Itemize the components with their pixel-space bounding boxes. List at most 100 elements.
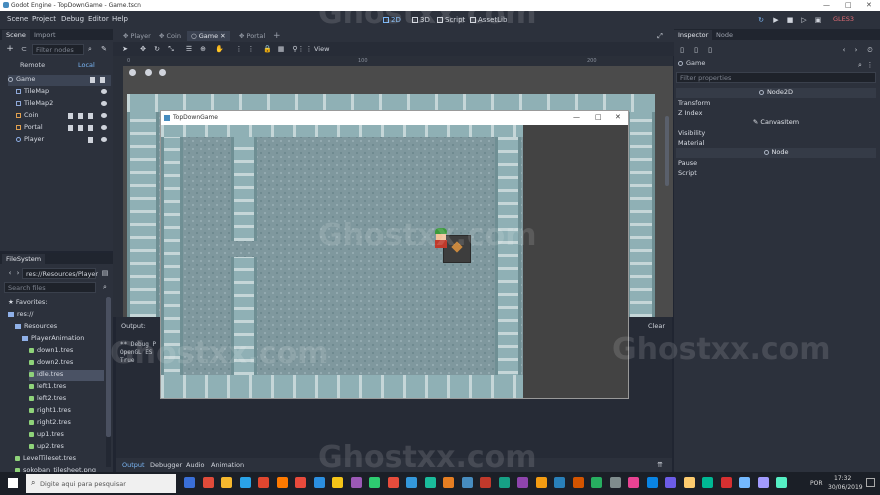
clock-time[interactable]: 17:32 — [834, 475, 851, 482]
game-close-button[interactable]: ✕ — [615, 113, 621, 121]
distraction-free-icon[interactable]: ⤢ — [656, 32, 664, 40]
script-icon[interactable] — [88, 137, 93, 143]
game-minimize-button[interactable]: — — [573, 113, 580, 121]
taskbar-app-icon[interactable] — [295, 477, 306, 488]
file-item[interactable]: down1.tres — [29, 346, 104, 357]
scale-tool-icon[interactable]: ⤡ — [167, 45, 175, 53]
prop-transform[interactable]: Transform — [678, 99, 710, 107]
visibility-eye-icon[interactable] — [101, 89, 107, 94]
expand-panel-icon[interactable]: ⇈ — [656, 461, 664, 469]
maximize-button[interactable]: □ — [845, 1, 852, 9]
taskbar-app-icon[interactable] — [443, 477, 454, 488]
workspace-3d[interactable]: 3D — [408, 14, 434, 26]
taskbar-app-icon[interactable] — [239, 477, 251, 488]
taskbar-app-icon[interactable] — [350, 477, 362, 488]
file-item[interactable]: down2.tres — [29, 358, 104, 369]
file-item[interactable]: idle.tres — [29, 370, 104, 381]
taskbar-app-icon[interactable] — [480, 477, 491, 488]
taskbar-app-icon[interactable] — [554, 477, 565, 488]
visibility-eye-icon[interactable] — [101, 101, 107, 106]
taskbar-app-icon[interactable] — [535, 477, 547, 488]
bone-options-icon[interactable]: ⋮ — [305, 45, 313, 53]
tab-node[interactable]: Node — [712, 30, 737, 40]
signal-icon[interactable] — [68, 125, 73, 131]
filter-nodes-input[interactable]: Filter nodes — [32, 44, 84, 55]
menu-scene[interactable]: Scene — [7, 15, 28, 23]
move-tool-icon[interactable]: ✥ — [139, 45, 147, 53]
file-item[interactable]: left2.tres — [29, 394, 104, 405]
taskbar-app-icon[interactable] — [646, 477, 658, 488]
script-attach-icon[interactable]: ✎ — [100, 45, 108, 53]
prop-pause[interactable]: Pause — [678, 159, 697, 167]
scene-tab-coin[interactable]: ✥ Coin — [155, 31, 185, 41]
lock-icon[interactable]: 🔒 — [263, 45, 272, 53]
prop-material[interactable]: Material — [678, 139, 704, 147]
scene-tab-player[interactable]: ✥ Player — [119, 31, 155, 41]
list-select-icon[interactable]: ☰ — [185, 45, 193, 53]
workspace-2d[interactable]: 2D — [379, 14, 405, 26]
group-icon[interactable] — [78, 125, 83, 131]
filter-properties-input[interactable]: Filter properties — [676, 72, 876, 83]
scene-tab-portal[interactable]: ✥ Portal — [235, 31, 269, 41]
file-item[interactable]: PlayerAnimation — [22, 334, 104, 345]
tab-import[interactable]: Import — [30, 30, 60, 40]
file-item[interactable]: left1.tres — [29, 382, 104, 393]
taskbar-app-icon[interactable] — [406, 477, 417, 488]
signal-icon[interactable] — [68, 113, 73, 119]
taskbar-app-icon[interactable] — [461, 477, 473, 488]
taskbar-app-icon[interactable] — [720, 477, 732, 488]
view-menu[interactable]: View — [314, 45, 329, 53]
tab-audio[interactable]: Audio — [186, 461, 204, 469]
object-menu-icon[interactable]: ⋮ — [866, 61, 874, 69]
zoom-reset-icon[interactable] — [145, 69, 152, 76]
file-item[interactable]: up1.tres — [29, 430, 104, 441]
tab-animation[interactable]: Animation — [211, 461, 244, 469]
menu-project[interactable]: Project — [32, 15, 56, 23]
zoom-in-icon[interactable] — [159, 69, 166, 76]
minimize-button[interactable]: — — [823, 1, 830, 9]
pan-tool-icon[interactable]: ✋ — [215, 45, 224, 53]
taskbar-app-icon[interactable] — [202, 477, 214, 488]
renderer-badge[interactable]: GLES3 — [833, 15, 854, 23]
search-icon[interactable]: ⌕ — [86, 45, 94, 53]
history-back-icon[interactable]: ‹ — [840, 46, 848, 54]
taskbar-search-box[interactable]: ⌕ Digite aqui para pesquisar — [26, 474, 176, 493]
notification-icon[interactable] — [866, 478, 875, 487]
pivot-tool-icon[interactable]: ⊕ — [199, 45, 207, 53]
workspace-script[interactable]: Script — [433, 14, 469, 26]
clock-date[interactable]: 30/06/2019 — [828, 484, 863, 491]
taskbar-app-icon[interactable] — [665, 477, 676, 488]
file-item[interactable]: up2.tres — [29, 442, 104, 453]
object-properties-icon[interactable]: ⌕ — [856, 61, 864, 69]
taskbar-app-icon[interactable] — [498, 477, 510, 488]
visibility-eye-icon[interactable] — [101, 113, 107, 118]
stop-button[interactable]: ■ — [786, 16, 794, 24]
scene-tab-game[interactable]: ○ Game ✕ — [187, 31, 230, 41]
menu-help[interactable]: Help — [112, 15, 128, 23]
new-scene-tab-button[interactable]: + — [269, 30, 285, 41]
load-resource-icon[interactable]: ▯ — [692, 46, 700, 54]
tree-node-player[interactable]: Player — [16, 135, 111, 146]
group-icon[interactable]: ▦ — [277, 45, 285, 53]
taskbar-app-icon[interactable] — [221, 477, 232, 488]
taskbar-app-icon[interactable] — [517, 477, 528, 488]
menu-editor[interactable]: Editor — [88, 15, 109, 23]
snap-icon[interactable]: ⋮ — [235, 45, 243, 53]
split-view-icon[interactable]: ▤ — [101, 269, 109, 277]
add-node-icon[interactable]: + — [6, 45, 14, 54]
taskbar-app-icon[interactable] — [739, 477, 750, 488]
file-item[interactable]: ★ Favorites: — [8, 298, 104, 309]
file-item[interactable]: right1.tres — [29, 406, 104, 417]
play-scene-button[interactable]: ▷ — [800, 16, 808, 24]
prop-z-index[interactable]: Z Index — [678, 109, 702, 117]
taskbar-app-icon[interactable] — [387, 477, 399, 488]
taskbar-app-icon[interactable] — [184, 477, 195, 488]
clear-button[interactable]: Clear — [648, 322, 665, 330]
tree-node-tilemap2[interactable]: TileMap2 — [16, 99, 111, 110]
path-field[interactable]: res://Resources/Player — [22, 268, 98, 279]
local-tab[interactable]: Local — [78, 61, 95, 69]
file-item[interactable]: Resources — [15, 322, 104, 333]
link-icon[interactable]: ⊂ — [20, 45, 28, 53]
taskbar-app-icon[interactable] — [369, 477, 380, 488]
snap-options-icon[interactable]: ⋮ — [247, 45, 255, 53]
